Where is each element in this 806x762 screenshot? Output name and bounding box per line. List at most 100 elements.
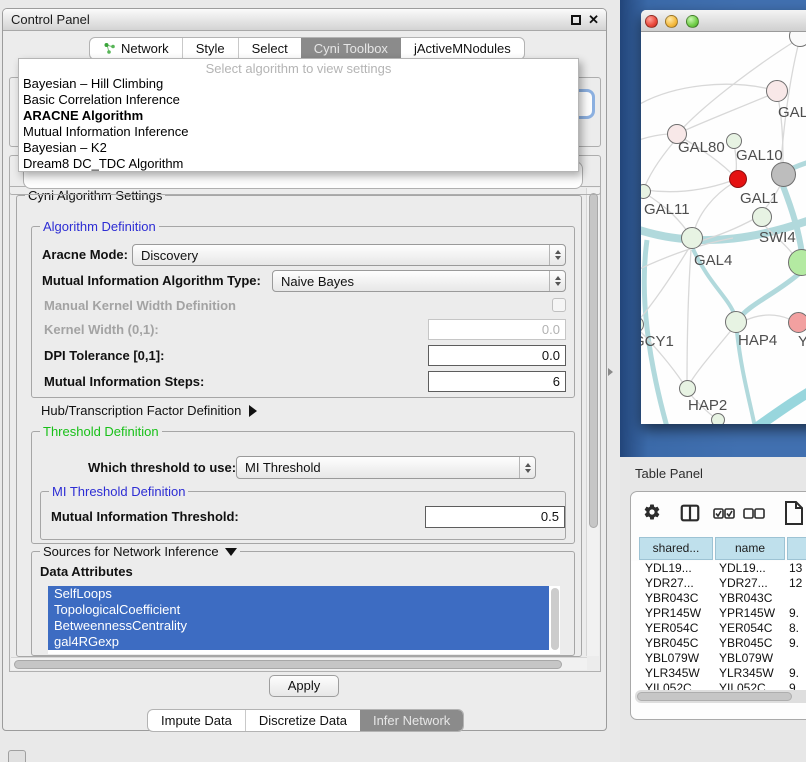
cell-name[interactable]: YBR043C <box>719 591 772 606</box>
tab-jactivemnodules[interactable]: jActiveMNodules <box>401 38 524 59</box>
node-hap2[interactable] <box>679 380 696 397</box>
cell-value[interactable]: 9. <box>789 636 799 651</box>
tab-cyni-toolbox[interactable]: Cyni Toolbox <box>301 38 401 59</box>
close-traffic-light-icon[interactable] <box>645 15 658 28</box>
cell-name[interactable]: YDR27... <box>719 576 768 591</box>
dropdown-item-aracne[interactable]: ARACNE Algorithm <box>19 108 578 124</box>
mi-type-combo[interactable]: Naive Bayes <box>272 270 566 292</box>
settings-horizontal-scrollbar[interactable] <box>11 657 587 670</box>
cell-name[interactable]: YLR345W <box>719 666 774 681</box>
threshold-definition-group: Threshold Definition Which threshold to … <box>31 431 575 544</box>
cell-shared-name[interactable]: YBR045C <box>645 636 698 651</box>
cell-shared-name[interactable]: YBR043C <box>645 591 698 606</box>
cell-shared-name[interactable]: YBL079W <box>645 651 699 666</box>
cell-value[interactable]: 9. <box>789 606 799 621</box>
cell-shared-name[interactable]: YDR27... <box>645 576 694 591</box>
hub-definition-expander[interactable]: Hub/Transcription Factor Definition <box>41 403 257 418</box>
cell-value[interactable]: 12 <box>789 576 802 591</box>
horizontal-scrollbar-thumb[interactable] <box>14 660 562 669</box>
minimize-traffic-light-icon[interactable] <box>665 15 678 28</box>
cell-name[interactable]: YDL19... <box>719 561 766 576</box>
mi-threshold-field[interactable]: 0.5 <box>425 506 565 528</box>
table-row[interactable]: YBR045C YBR045C 9. <box>631 636 806 651</box>
column-header-partial[interactable] <box>787 537 806 560</box>
cell-shared-name[interactable]: YER054C <box>645 621 698 636</box>
settings-scrollpane: Cyni Algorithm Settings Algorithm Defini… <box>9 186 601 672</box>
node-gal[interactable] <box>766 80 788 102</box>
cell-name[interactable]: YPR145W <box>719 606 775 621</box>
tab-style[interactable]: Style <box>182 38 238 59</box>
node-gal4[interactable] <box>681 227 703 249</box>
which-threshold-label: Which threshold to use: <box>88 456 236 479</box>
node-small-bottom[interactable] <box>711 413 725 424</box>
node-label-hap2: HAP2 <box>688 397 727 414</box>
cell-shared-name[interactable]: YLR345W <box>645 666 700 681</box>
dropdown-item-dream8[interactable]: Dream8 DC_TDC Algorithm <box>19 156 578 172</box>
deselect-rows-icon[interactable] <box>743 508 765 520</box>
dropdown-item-bayesian-hill-climbing[interactable]: Bayesian – Hill Climbing <box>19 76 578 92</box>
minimized-panel-icon[interactable] <box>8 750 26 762</box>
column-header-shared-name[interactable]: shared... <box>639 537 713 560</box>
dropdown-item-mutual-information[interactable]: Mutual Information Inference <box>19 124 578 140</box>
network-canvas[interactable]: GAL GAL80 GAL10 GAL1 GAL11 SWI4 GAL4 GCY… <box>641 32 806 424</box>
kernel-width-field[interactable]: 0.0 <box>428 319 566 340</box>
table-row[interactable]: YBL079W YBL079W <box>631 651 806 666</box>
new-document-icon[interactable] <box>783 500 805 526</box>
tab-network[interactable]: Network <box>90 38 182 59</box>
table-row[interactable]: YBR043C YBR043C <box>631 591 806 606</box>
table-horizontal-scrollbar[interactable] <box>635 690 806 703</box>
float-window-icon[interactable] <box>571 15 581 25</box>
tab-discretize-data[interactable]: Discretize Data <box>245 710 360 731</box>
dropdown-item-bayesian-k2[interactable]: Bayesian – K2 <box>19 140 578 156</box>
node-label-gal11: GAL11 <box>644 201 690 218</box>
mi-steps-label: Mutual Information Steps: <box>44 371 204 392</box>
which-threshold-combo[interactable]: MI Threshold <box>236 456 536 479</box>
node-hap4[interactable] <box>725 311 747 333</box>
list-item-selfloops[interactable]: SelfLoops <box>48 586 549 602</box>
cell-value[interactable]: 9. <box>789 666 799 681</box>
panel-splitter-handle[interactable] <box>608 368 613 376</box>
stepper-arrows-icon <box>549 245 565 265</box>
tab-select[interactable]: Select <box>238 38 301 59</box>
select-all-rows-icon[interactable] <box>713 508 735 520</box>
vertical-scrollbar-thumb[interactable] <box>589 193 598 528</box>
settings-vertical-scrollbar[interactable] <box>586 188 599 656</box>
dropdown-item-basic-correlation[interactable]: Basic Correlation Inference <box>19 92 578 108</box>
gear-icon[interactable] <box>643 503 661 521</box>
dpi-tolerance-field[interactable]: 0.0 <box>428 345 566 366</box>
tab-infer-network[interactable]: Infer Network <box>360 710 463 731</box>
table-row[interactable]: YLR345W YLR345W 9. <box>631 666 806 681</box>
node-red-selected[interactable] <box>729 170 747 188</box>
collapse-down-icon[interactable] <box>225 548 237 556</box>
cell-name[interactable]: YBL079W <box>719 651 773 666</box>
aracne-mode-combo[interactable]: Discovery <box>132 244 566 266</box>
close-icon[interactable]: ✕ <box>588 12 599 28</box>
table-panel-title: Table Panel <box>635 466 703 481</box>
apply-button[interactable]: Apply <box>269 675 339 697</box>
column-header-name[interactable]: name <box>715 537 785 560</box>
node-y-partial[interactable] <box>788 312 806 333</box>
list-item-topologicalcoefficient[interactable]: TopologicalCoefficient <box>48 602 549 618</box>
expand-right-icon <box>249 405 257 417</box>
cell-value[interactable]: 8. <box>789 621 799 636</box>
tab-impute-data[interactable]: Impute Data <box>148 710 245 731</box>
manual-kernel-checkbox[interactable] <box>552 298 566 312</box>
zoom-traffic-light-icon[interactable] <box>686 15 699 28</box>
mi-steps-field[interactable]: 6 <box>428 371 566 392</box>
cell-value[interactable]: 13 <box>789 561 802 576</box>
cell-name[interactable]: YBR045C <box>719 636 772 651</box>
node-gal1[interactable] <box>752 207 772 227</box>
list-item-betweennesscentrality[interactable]: BetweennessCentrality <box>48 618 549 634</box>
table-row[interactable]: YDL19... YDL19... 13 <box>631 561 806 576</box>
table-row[interactable]: YER054C YER054C 8. <box>631 621 806 636</box>
table-row[interactable]: YPR145W YPR145W 9. <box>631 606 806 621</box>
table-horizontal-scrollbar-thumb[interactable] <box>637 692 792 701</box>
node-gal10[interactable] <box>771 162 796 187</box>
cell-name[interactable]: YER054C <box>719 621 772 636</box>
table-row[interactable]: YDR27... YDR27... 12 <box>631 576 806 591</box>
cell-shared-name[interactable]: YPR145W <box>645 606 701 621</box>
list-item-gal4rgexp[interactable]: gal4RGexp <box>48 634 549 650</box>
list-scrollbar-thumb[interactable] <box>551 588 559 650</box>
cell-shared-name[interactable]: YDL19... <box>645 561 692 576</box>
split-columns-icon[interactable] <box>679 502 701 524</box>
